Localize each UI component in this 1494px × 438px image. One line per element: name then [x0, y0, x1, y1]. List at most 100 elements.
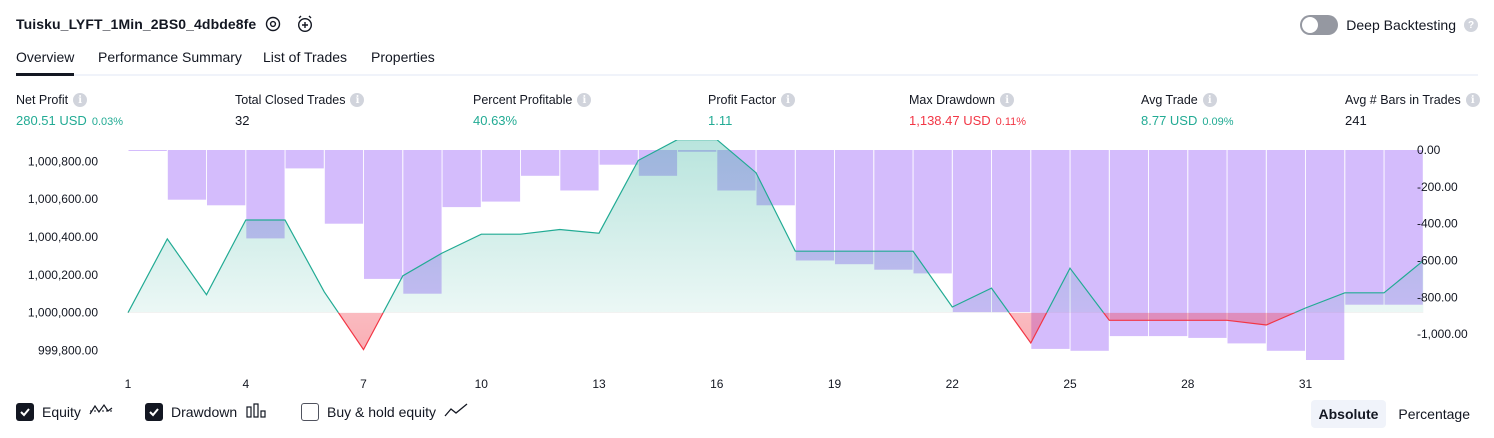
- stat-label: Avg # Bars in Trades: [1345, 93, 1461, 107]
- x-axis-tick: 4: [242, 377, 249, 391]
- buy-hold-line-icon: [444, 402, 468, 421]
- legend-equity[interactable]: Equity: [16, 402, 113, 421]
- percentage-button[interactable]: Percentage: [1390, 400, 1478, 428]
- add-alert-icon[interactable]: [295, 14, 315, 34]
- equity-axis-tick: 1,000,200.00: [28, 268, 98, 282]
- info-icon[interactable]: i: [73, 93, 88, 107]
- x-axis-tick: 31: [1299, 377, 1313, 391]
- buy-hold-checkbox[interactable]: [301, 402, 319, 421]
- stat-value: 1.11: [708, 113, 733, 128]
- drawdown-axis-tick: -1,000.00: [1417, 327, 1468, 341]
- drawdown-bar: [521, 150, 560, 176]
- drawdown-bar: [128, 150, 167, 151]
- strategy-title: Tuisku_LYFT_1Min_2BS0_4dbde8fe: [16, 16, 257, 32]
- info-icon[interactable]: i: [781, 93, 796, 107]
- drawdown-bar: [952, 150, 992, 313]
- tab-overview[interactable]: Overview: [16, 49, 75, 76]
- equity-drawdown-chart[interactable]: 1,000,800.00 1,000,600.00 1,000,400.00 1,00…: [0, 140, 1494, 400]
- x-axis-tick: 22: [946, 377, 960, 391]
- stat-percent-profitable: Percent Profitable i 40.63%: [473, 93, 592, 128]
- equity-axis-tick: 999,800.00: [38, 344, 98, 358]
- x-axis-tick: 1: [125, 377, 132, 391]
- drawdown-bar: [324, 150, 364, 224]
- buy-hold-label: Buy & hold equity: [327, 403, 436, 420]
- stat-label: Max Drawdown: [909, 93, 996, 107]
- drawdown-bar: [599, 150, 638, 165]
- drawdown-bars-icon: [245, 402, 267, 421]
- drawdown-bar: [481, 150, 521, 202]
- stat-label: Net Profit: [16, 93, 69, 107]
- info-icon[interactable]: i: [577, 93, 592, 107]
- drawdown-bar: [167, 150, 207, 200]
- stat-percent: 0.03%: [91, 116, 124, 128]
- stat-value: 32: [235, 113, 250, 128]
- stat-value: 241: [1345, 113, 1367, 128]
- stat-label: Percent Profitable: [473, 93, 573, 107]
- info-icon[interactable]: i: [1000, 93, 1015, 107]
- drawdown-bar: [560, 150, 599, 191]
- x-axis-tick: 19: [828, 377, 842, 391]
- deep-backtesting-label: Deep Backtesting: [1346, 17, 1456, 33]
- equity-axis-tick: 1,000,800.00: [28, 154, 98, 168]
- drawdown-axis-tick: -200.00: [1417, 180, 1458, 194]
- stat-label: Avg Trade: [1141, 93, 1198, 107]
- stat-value: 8.77 USD: [1141, 113, 1198, 128]
- header-bar: Tuisku_LYFT_1Min_2BS0_4dbde8fe Deep Back…: [16, 12, 1478, 38]
- chart-legend: Equity Drawdown Buy & hold equity Absolu…: [16, 400, 1479, 428]
- stat-value: 40.63%: [473, 113, 518, 128]
- equity-checkbox[interactable]: [16, 402, 34, 421]
- x-axis-tick: 28: [1181, 377, 1195, 391]
- drawdown-axis-tick: -800.00: [1417, 290, 1458, 304]
- drawdown-bar: [207, 150, 246, 206]
- tab-bar: Overview Performance Summary List of Tra…: [16, 46, 1478, 76]
- drawdown-bar: [1188, 150, 1227, 338]
- x-axis-tick: 25: [1063, 377, 1077, 391]
- scale-mode-toggle: Absolute Percentage: [1310, 400, 1479, 428]
- toggle-knob: [1302, 17, 1319, 33]
- settings-icon[interactable]: [263, 14, 283, 34]
- drawdown-axis-tick: 0.00: [1417, 143, 1441, 157]
- drawdown-bar: [835, 150, 874, 265]
- drawdown-bar: [364, 150, 403, 279]
- drawdown-bar: [913, 150, 952, 274]
- drawdown-axis-tick: -600.00: [1417, 254, 1458, 268]
- drawdown-bar: [795, 150, 835, 261]
- x-axis-tick: 10: [475, 377, 489, 391]
- stat-label: Total Closed Trades: [235, 93, 346, 107]
- stat-percent: 0.11%: [995, 116, 1027, 128]
- equity-axis-tick: 1,000,600.00: [28, 192, 98, 206]
- legend-drawdown[interactable]: Drawdown: [145, 402, 267, 421]
- drawdown-axis-tick: -400.00: [1417, 217, 1458, 231]
- drawdown-bar: [992, 150, 1031, 313]
- equity-axis-tick: 1,000,400.00: [28, 230, 98, 244]
- legend-buy-hold[interactable]: Buy & hold equity: [301, 402, 468, 421]
- drawdown-bar: [1070, 150, 1109, 351]
- info-icon[interactable]: i: [350, 93, 365, 107]
- drawdown-checkbox[interactable]: [145, 402, 163, 421]
- drawdown-bar: [1149, 150, 1188, 337]
- tab-performance-summary[interactable]: Performance Summary: [98, 49, 242, 65]
- absolute-button[interactable]: Absolute: [1310, 400, 1387, 428]
- tab-properties[interactable]: Properties: [371, 49, 435, 65]
- stat-percent: 0.09%: [1202, 116, 1234, 128]
- drawdown-label: Drawdown: [171, 403, 238, 420]
- stat-profit-factor: Profit Factor i 1.11: [708, 93, 796, 128]
- drawdown-bar: [1306, 150, 1345, 360]
- info-icon[interactable]: i: [1465, 93, 1480, 107]
- equity-axis-tick: 1,000,000.00: [28, 306, 98, 320]
- deep-backtesting: Deep Backtesting ?: [1300, 14, 1478, 36]
- stat-value: 280.51 USD: [16, 113, 87, 128]
- equity-label: Equity: [42, 403, 81, 420]
- x-axis-tick: 7: [360, 377, 367, 391]
- deep-backtesting-toggle[interactable]: [1300, 15, 1339, 35]
- stat-net-profit: Net Profit i 280.51 USD 0.03%: [16, 93, 123, 128]
- info-icon[interactable]: i: [1202, 93, 1217, 107]
- tab-list-of-trades[interactable]: List of Trades: [263, 49, 347, 65]
- x-axis-tick: 16: [710, 377, 724, 391]
- drawdown-bar: [285, 150, 324, 169]
- equity-line-icon: [89, 402, 113, 421]
- stat-label: Profit Factor: [708, 93, 777, 107]
- help-icon[interactable]: ?: [1464, 18, 1478, 32]
- stat-total-closed-trades: Total Closed Trades i 32: [235, 93, 365, 128]
- stat-max-drawdown: Max Drawdown i 1,138.47 USD 0.11%: [909, 93, 1026, 128]
